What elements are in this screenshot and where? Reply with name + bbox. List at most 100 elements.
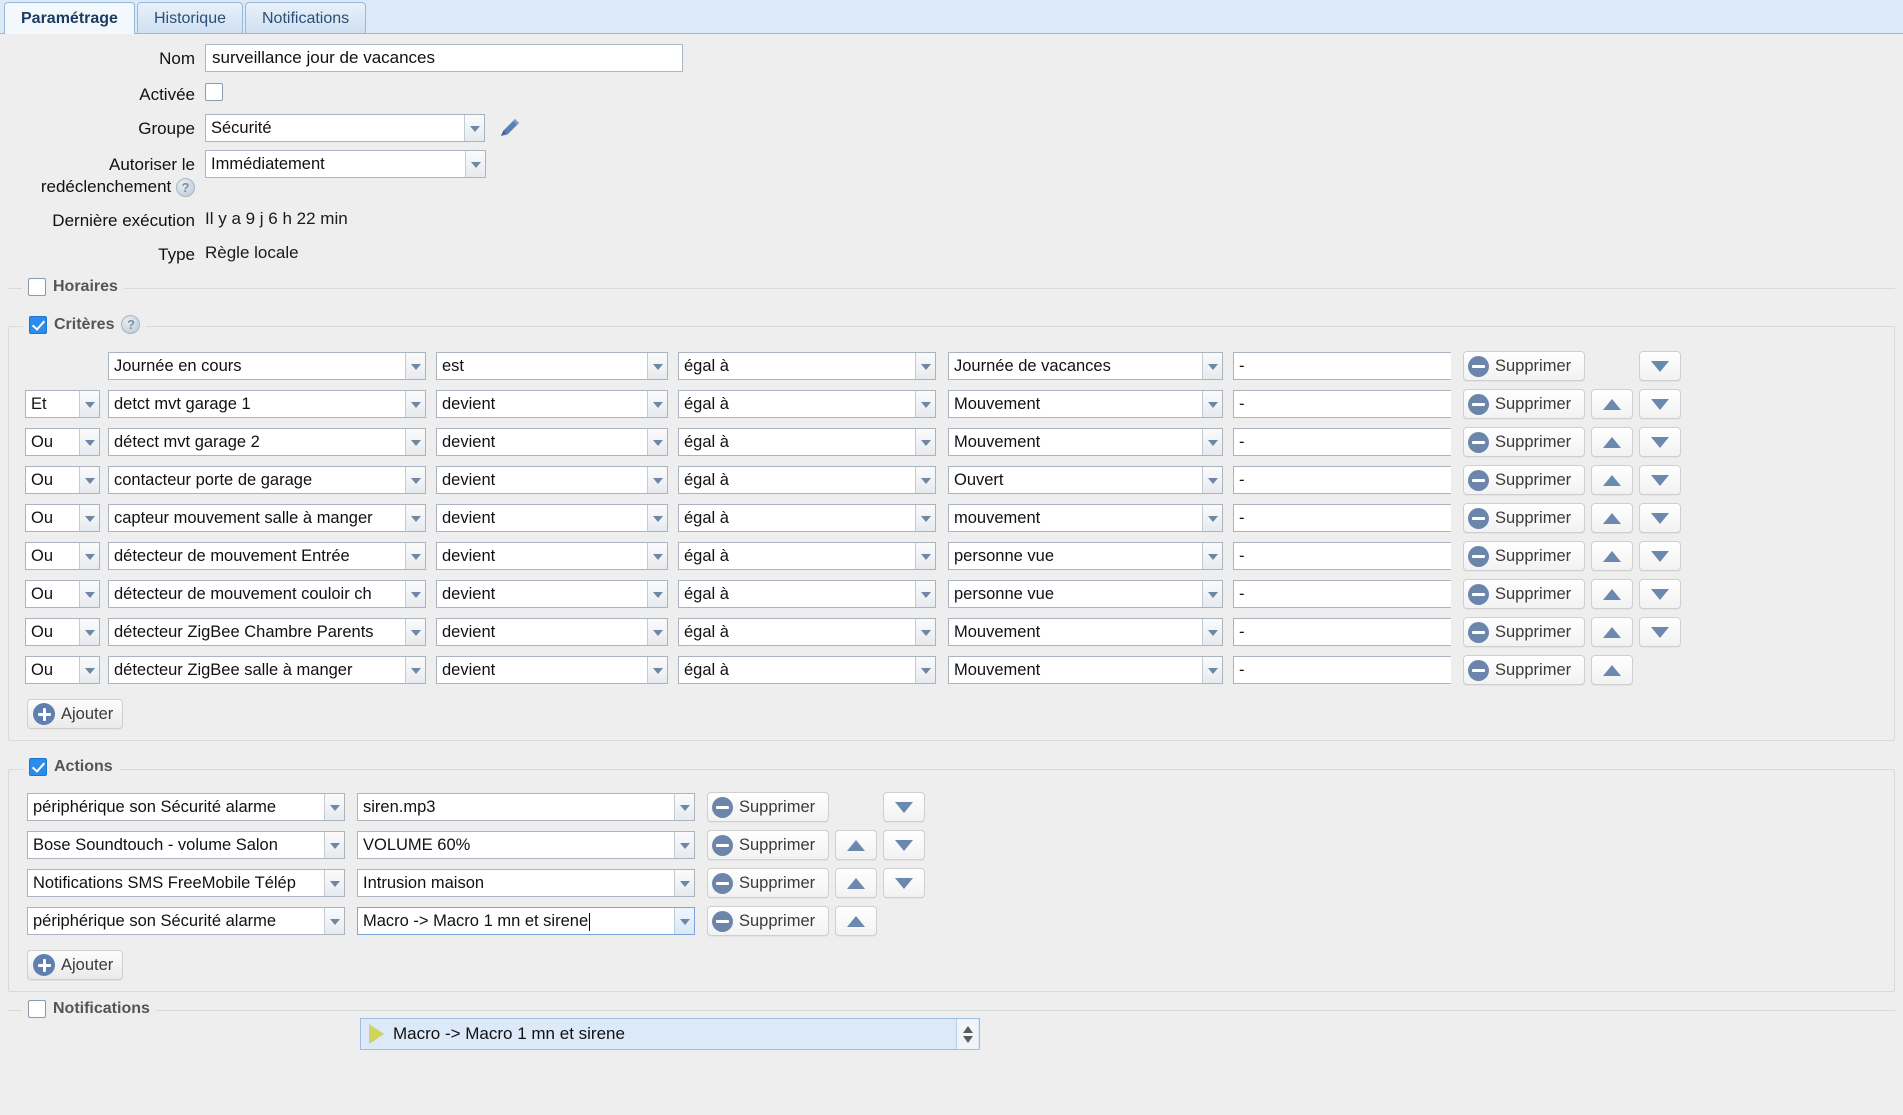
criterion-move-down-button[interactable] (1639, 351, 1681, 381)
autocomplete-dropdown[interactable]: Macro -> Macro 1 mn et sirene (360, 1018, 980, 1050)
action-move-up-button[interactable] (835, 830, 877, 860)
criterion-delete-button[interactable]: Supprimer (1463, 541, 1585, 571)
activee-checkbox[interactable] (205, 83, 223, 101)
criterion-value-select[interactable]: Journée de vacances (948, 352, 1223, 380)
groupe-select[interactable]: Sécurité (205, 114, 485, 142)
action-device-select[interactable]: périphérique son Sécurité alarme (27, 907, 345, 935)
criterion-option-field[interactable]: - (1233, 542, 1451, 570)
criterion-verb-select[interactable]: devient (436, 542, 668, 570)
criterion-comparator-select[interactable]: égal à (678, 580, 936, 608)
criterion-verb-select[interactable]: est (436, 352, 668, 380)
criterion-comparator-select[interactable]: égal à (678, 466, 936, 494)
criterion-move-down-button[interactable] (1639, 617, 1681, 647)
tab-notifications[interactable]: Notifications (244, 2, 367, 33)
tab-historique[interactable]: Historique (136, 2, 243, 33)
actions-checkbox[interactable] (29, 758, 47, 776)
action-delete-button[interactable]: Supprimer (707, 868, 829, 898)
criterion-move-down-button[interactable] (1639, 427, 1681, 457)
criterion-move-up-button[interactable] (1591, 617, 1633, 647)
criterion-move-up-button[interactable] (1591, 655, 1633, 685)
criterion-operator-select[interactable]: Ou (25, 580, 100, 608)
criterion-device-select[interactable]: detct mvt garage 1 (108, 390, 426, 418)
criterion-option-field[interactable]: - (1233, 466, 1451, 494)
criterion-operator-select[interactable]: Ou (25, 428, 100, 456)
horaires-checkbox[interactable] (28, 278, 46, 296)
action-move-up-button[interactable] (835, 868, 877, 898)
criterion-verb-select[interactable]: devient (436, 618, 668, 646)
criterion-verb-select[interactable]: devient (436, 580, 668, 608)
criterion-device-select[interactable]: contacteur porte de garage (108, 466, 426, 494)
criterion-comparator-select[interactable]: égal à (678, 390, 936, 418)
redeclenchement-select[interactable]: Immédiatement (205, 150, 486, 178)
action-delete-button[interactable]: Supprimer (707, 830, 829, 860)
edit-pencil-icon[interactable] (497, 115, 523, 141)
action-command-select[interactable]: siren.mp3 (357, 793, 695, 821)
action-command-select[interactable]: VOLUME 60% (357, 831, 695, 859)
criterion-delete-button[interactable]: Supprimer (1463, 427, 1585, 457)
criterion-value-select[interactable]: Mouvement (948, 656, 1223, 684)
criterion-operator-select[interactable]: Ou (25, 466, 100, 494)
criterion-device-select[interactable]: détecteur de mouvement Entrée (108, 542, 426, 570)
criterion-verb-select[interactable]: devient (436, 466, 668, 494)
criterion-comparator-select[interactable]: égal à (678, 656, 936, 684)
action-move-down-button[interactable] (883, 868, 925, 898)
action-command-select[interactable]: Intrusion maison (357, 869, 695, 897)
criterion-move-down-button[interactable] (1639, 541, 1681, 571)
criterion-option-field[interactable]: - (1233, 504, 1451, 532)
criterion-move-down-button[interactable] (1639, 389, 1681, 419)
criterion-comparator-select[interactable]: égal à (678, 542, 936, 570)
criterion-move-up-button[interactable] (1591, 389, 1633, 419)
criterion-move-up-button[interactable] (1591, 541, 1633, 571)
action-device-select[interactable]: périphérique son Sécurité alarme (27, 793, 345, 821)
criterion-verb-select[interactable]: devient (436, 504, 668, 532)
criterion-move-down-button[interactable] (1639, 579, 1681, 609)
criterion-option-field[interactable]: - (1233, 580, 1451, 608)
criterion-delete-button[interactable]: Supprimer (1463, 579, 1585, 609)
criterion-verb-select[interactable]: devient (436, 428, 668, 456)
criterion-option-field[interactable]: - (1233, 390, 1451, 418)
notifications-checkbox[interactable] (28, 1000, 46, 1018)
criterion-operator-select[interactable]: Et (25, 390, 100, 418)
action-delete-button[interactable]: Supprimer (707, 792, 829, 822)
add-criterion-button[interactable]: Ajouter (27, 699, 124, 729)
scroll-up-icon[interactable] (962, 1025, 973, 1033)
criterion-delete-button[interactable]: Supprimer (1463, 617, 1585, 647)
criterion-verb-select[interactable]: devient (436, 656, 668, 684)
criterion-operator-select[interactable]: Ou (25, 618, 100, 646)
criterion-value-select[interactable]: Mouvement (948, 390, 1223, 418)
tab-parametrage[interactable]: Paramétrage (4, 2, 135, 34)
criterion-device-select[interactable]: détecteur ZigBee salle à manger (108, 656, 426, 684)
criterion-delete-button[interactable]: Supprimer (1463, 389, 1585, 419)
help-icon-criteres[interactable]: ? (121, 315, 141, 334)
criterion-device-select[interactable]: détecteur de mouvement couloir ch (108, 580, 426, 608)
action-move-up-button[interactable] (835, 906, 877, 936)
criterion-option-field[interactable]: - (1233, 428, 1451, 456)
criterion-option-field[interactable]: - (1233, 352, 1451, 380)
criteres-checkbox[interactable] (29, 315, 47, 334)
criterion-value-select[interactable]: personne vue (948, 580, 1223, 608)
criterion-operator-select[interactable]: Ou (25, 656, 100, 684)
criterion-move-up-button[interactable] (1591, 427, 1633, 457)
action-delete-button[interactable]: Supprimer (707, 906, 829, 936)
criterion-device-select[interactable]: détect mvt garage 2 (108, 428, 426, 456)
criterion-operator-select[interactable]: Ou (25, 542, 100, 570)
criterion-value-select[interactable]: Mouvement (948, 618, 1223, 646)
criterion-move-up-button[interactable] (1591, 579, 1633, 609)
criterion-operator-select[interactable]: Ou (25, 504, 100, 532)
criterion-value-select[interactable]: Ouvert (948, 466, 1223, 494)
help-icon-redeclenchement[interactable]: ? (176, 178, 195, 198)
autocomplete-scrollbar[interactable] (956, 1019, 978, 1049)
criterion-comparator-select[interactable]: égal à (678, 428, 936, 456)
action-move-down-button[interactable] (883, 830, 925, 860)
action-command-input[interactable]: Macro -> Macro 1 mn et sirene (357, 907, 695, 935)
criterion-value-select[interactable]: Mouvement (948, 428, 1223, 456)
criterion-value-select[interactable]: personne vue (948, 542, 1223, 570)
criterion-move-up-button[interactable] (1591, 503, 1633, 533)
criterion-move-up-button[interactable] (1591, 465, 1633, 495)
criterion-delete-button[interactable]: Supprimer (1463, 465, 1585, 495)
criterion-value-select[interactable]: mouvement (948, 504, 1223, 532)
nom-input[interactable] (205, 44, 683, 72)
criterion-delete-button[interactable]: Supprimer (1463, 351, 1585, 381)
criterion-verb-select[interactable]: devient (436, 390, 668, 418)
criterion-delete-button[interactable]: Supprimer (1463, 655, 1585, 685)
